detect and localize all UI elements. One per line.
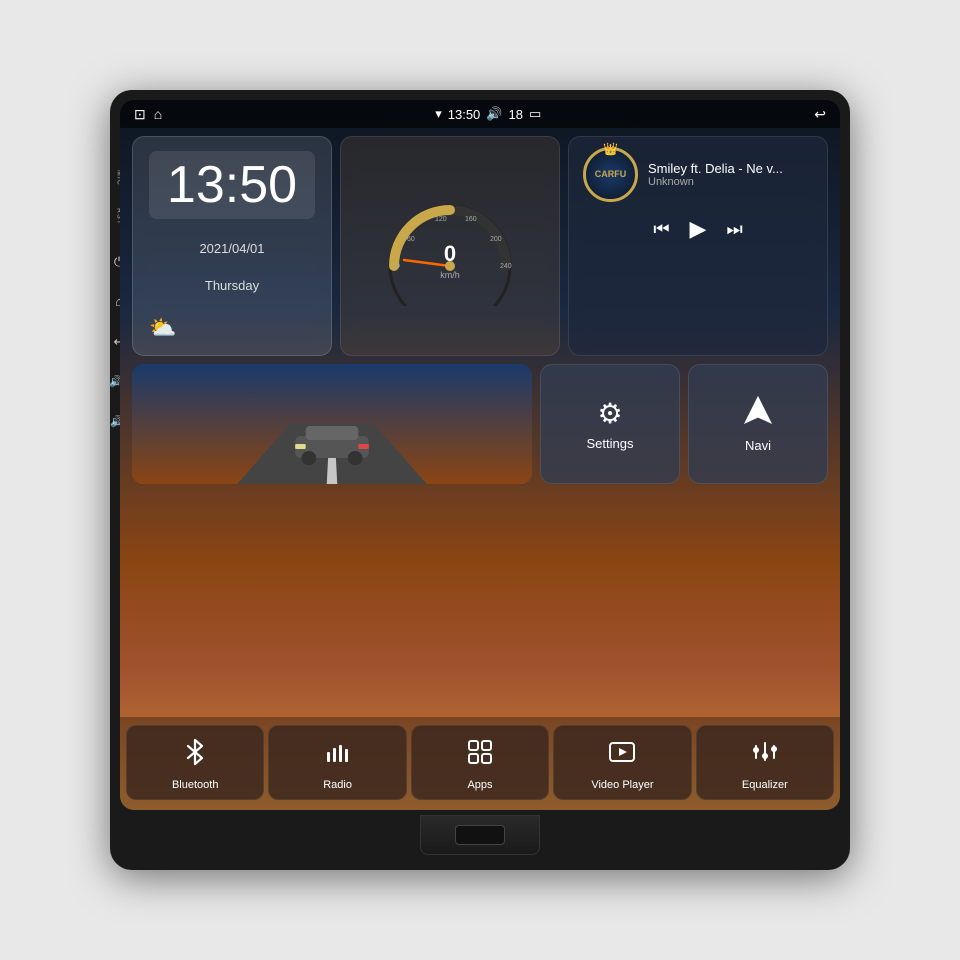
battery-level: 18 <box>508 107 522 122</box>
radio-icon <box>324 738 352 773</box>
equalizer-svg <box>751 738 779 766</box>
music-track-title: Smiley ft. Delia - Ne v... <box>648 161 813 176</box>
main-screen: ⊡ ⌂ ▾ 13:50 🔊 18 ▭ ↩ <box>120 100 840 810</box>
svg-text:160: 160 <box>465 216 477 223</box>
svg-text:60: 60 <box>407 236 415 243</box>
settings-icon: ⚙ <box>597 397 622 430</box>
navi-button[interactable]: Navi <box>688 364 828 484</box>
equalizer-button[interactable]: Equalizer <box>696 725 834 800</box>
radio-label: Radio <box>323 779 352 791</box>
apps-icon <box>466 738 494 773</box>
middle-row: ⚙ Settings Navi <box>132 364 828 484</box>
svg-text:0: 0 <box>396 263 400 270</box>
music-controls: ⏮ ▶ ⏭ <box>583 216 813 242</box>
bluetooth-icon <box>181 738 209 773</box>
status-bar-right: ↩ <box>814 106 826 123</box>
clock-date: 2021/04/01 <box>149 241 315 256</box>
speedometer-widget: 0 km/h 0 60 120 160 200 240 <box>340 136 560 356</box>
settings-button[interactable]: ⚙ Settings <box>540 364 680 484</box>
equalizer-icon <box>751 738 779 773</box>
weather-widget: ⛅ <box>149 315 315 341</box>
apps-svg <box>466 738 494 766</box>
mount-hole <box>455 825 505 845</box>
clock-time: 13:50 <box>149 151 315 219</box>
status-bar-center: ▾ 13:50 🔊 18 ▭ <box>435 106 541 122</box>
navi-icon <box>743 395 773 432</box>
battery-icon: ▭ <box>529 106 541 122</box>
status-bar-left: ⊡ ⌂ <box>134 106 162 123</box>
music-top: CARFU 👑 Smiley ft. Delia - Ne v... Unkno… <box>583 147 813 202</box>
video-player-button[interactable]: Video Player <box>553 725 691 800</box>
device-mount <box>120 810 840 870</box>
next-button[interactable]: ⏭ <box>726 216 742 242</box>
svg-text:240: 240 <box>500 263 512 270</box>
music-info: Smiley ft. Delia - Ne v... Unknown <box>648 161 813 188</box>
status-time: 13:50 <box>448 107 481 122</box>
svg-text:120: 120 <box>435 216 447 223</box>
music-widget: CARFU 👑 Smiley ft. Delia - Ne v... Unkno… <box>568 136 828 356</box>
bluetooth-button[interactable]: Bluetooth <box>126 725 264 800</box>
clock-widget: 13:50 2021/04/01 Thursday ⛅ <box>132 136 332 356</box>
music-logo: CARFU 👑 <box>583 147 638 202</box>
settings-label: Settings <box>587 436 634 451</box>
svg-text:200: 200 <box>490 236 502 243</box>
video-svg <box>608 738 636 766</box>
screen-wrapper: ⊡ ⌂ ▾ 13:50 🔊 18 ▭ ↩ <box>120 100 840 810</box>
wifi-icon: ▾ <box>435 106 442 122</box>
prev-button[interactable]: ⏮ <box>653 216 669 242</box>
radio-button[interactable]: Radio <box>268 725 406 800</box>
music-artist-name: Unknown <box>648 176 813 188</box>
bluetooth-svg <box>181 738 209 766</box>
video-player-icon <box>608 738 636 773</box>
equalizer-label: Equalizer <box>742 779 788 791</box>
home-status-icon: ⊡ <box>134 106 146 123</box>
apps-label: Apps <box>467 779 492 791</box>
svg-text:km/h: km/h <box>440 270 460 280</box>
speedometer-svg: 0 km/h 0 60 120 160 200 240 <box>370 186 530 306</box>
volume-icon: 🔊 <box>486 106 502 122</box>
status-bar: ⊡ ⌂ ▾ 13:50 🔊 18 ▭ ↩ <box>120 100 840 128</box>
mount-bracket <box>420 815 540 855</box>
play-button[interactable]: ▶ <box>690 216 707 242</box>
crown-icon: 👑 <box>603 142 618 156</box>
back-icon[interactable]: ↩ <box>814 106 826 123</box>
radio-svg <box>324 738 352 766</box>
app-status-icon: ⌂ <box>154 106 162 122</box>
main-content: 13:50 2021/04/01 Thursday ⛅ <box>120 128 840 717</box>
car-radio-device: MIC RST ⏻ ⌂ ↩ 🔊+ 🔊- ⊡ ⌂ ▾ 13:50 🔊 18 ▭ <box>110 90 850 870</box>
top-row: 13:50 2021/04/01 Thursday ⛅ <box>132 136 828 356</box>
car-scene-widget <box>132 364 532 484</box>
navi-triangle-svg <box>743 395 773 425</box>
bottom-bar: Bluetooth Radio <box>120 717 840 810</box>
video-player-label: Video Player <box>591 779 653 791</box>
navi-label: Navi <box>745 438 771 453</box>
bluetooth-label: Bluetooth <box>172 779 218 791</box>
clock-day: Thursday <box>149 278 315 293</box>
apps-button[interactable]: Apps <box>411 725 549 800</box>
weather-icon: ⛅ <box>149 315 176 341</box>
carfu-label: CARFU <box>595 169 627 180</box>
road-scene-svg <box>132 364 532 484</box>
